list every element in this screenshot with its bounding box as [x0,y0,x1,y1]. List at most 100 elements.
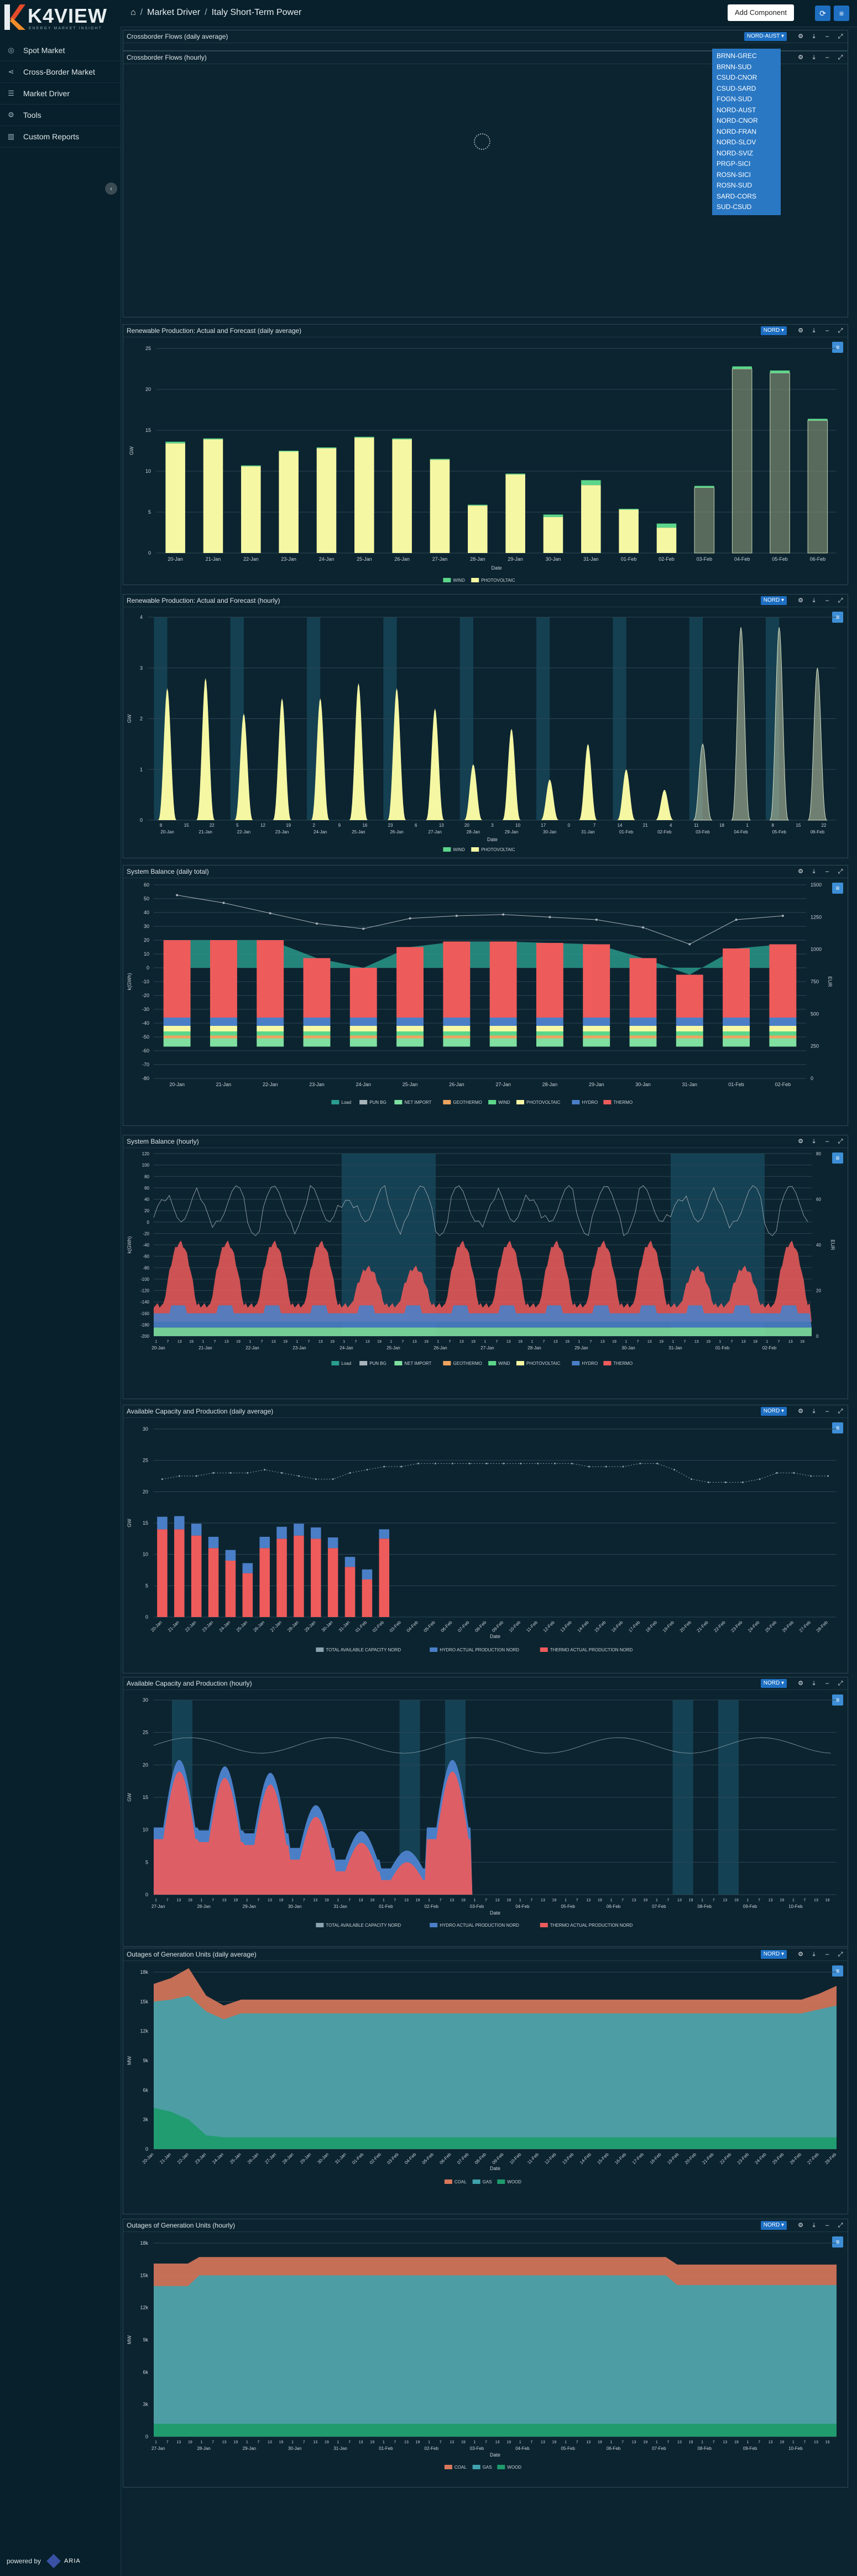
download-icon[interactable]: ⤓ [810,32,818,41]
expand-icon[interactable]: ⤢ [837,1137,844,1146]
download-icon[interactable]: ⤓ [810,867,818,876]
minimize-icon[interactable]: ‒ [823,53,831,62]
hour-tick-label: 19 [330,1340,335,1344]
dropdown-option[interactable]: ROSN-SICI [712,170,781,181]
add-component-button[interactable]: Add Component [728,4,794,21]
expand-icon[interactable]: ⤢ [837,53,844,62]
k4view-logo[interactable]: K4VIEW ENERGY MARKET INSIGHT [3,3,117,31]
minimize-icon[interactable]: ‒ [823,32,831,41]
minimize-icon[interactable]: ‒ [823,1407,831,1416]
sidebar-item-market-driver[interactable]: ☰ Market Driver [0,83,121,105]
gear-icon[interactable]: ⚙ [797,596,804,605]
y-right-tick-label: 1000 [811,947,822,952]
gear-icon[interactable]: ⚙ [797,1679,804,1688]
dropdown-option[interactable]: NORD-CNOR [712,116,781,127]
gear-icon[interactable]: ⚙ [797,32,804,41]
minimize-icon[interactable]: ‒ [823,1679,831,1688]
bar-segment [583,1038,610,1047]
y-tick-label: 12k [140,2029,148,2034]
minimize-icon[interactable]: ‒ [823,326,831,335]
x-tick-label: 28-Jan [197,1904,210,1909]
gear-icon[interactable]: ⚙ [797,1407,804,1416]
sidebar-item-cross-border-market[interactable]: ⋖ Cross-Border Market [0,61,121,83]
dropdown-option[interactable]: NORD-FRAN [712,127,781,138]
zone-select[interactable]: NORD ▾ [760,596,787,605]
dropdown-option[interactable]: NORD-SLOV [712,137,781,148]
expand-icon[interactable]: ⤢ [837,2221,844,2230]
zone-select[interactable]: NORD ▾ [760,1950,787,1959]
y-tick-label: 20 [143,1489,148,1494]
download-icon[interactable]: ⤓ [810,326,818,335]
gear-icon[interactable]: ⚙ [797,867,804,876]
hour-tick-label: 13 [268,1899,272,1902]
bar-thermo [208,1548,219,1617]
home-icon[interactable]: ⌂ [130,8,136,18]
minimize-icon[interactable]: ‒ [823,1950,831,1959]
bar-segment [396,1018,424,1026]
gear-icon[interactable]: ⚙ [797,2221,804,2230]
expand-icon[interactable]: ⤢ [837,1950,844,1959]
capacity-daily-chart: 0 5 10 15 20 25 30 20-Jan 21-Jan 22-Jan 23-Jan 24-J… [127,1426,837,1652]
dropdown-option[interactable]: SARD-CORS [712,191,781,202]
dropdown-option[interactable]: NORD-SVIZ [712,148,781,159]
sidebar-item-tools[interactable]: ⚙ Tools [0,105,121,126]
dropdown-option[interactable]: CSUD-SARD [712,84,781,95]
download-icon[interactable]: ⤓ [810,596,818,605]
expand-icon[interactable]: ⤢ [837,867,844,876]
zone-select[interactable]: NORD ▾ [760,326,787,335]
zone-select[interactable]: NORD ▾ [760,1679,787,1688]
gear-icon[interactable]: ⚙ [797,1137,804,1146]
expand-icon[interactable]: ⤢ [837,1407,844,1416]
dropdown-option[interactable]: CSUD-CNOR [712,72,781,84]
dropdown-option[interactable]: NORD-AUST [712,105,781,116]
sidebar-item-custom-reports[interactable]: ▥ Custom Reports [0,126,121,148]
legend-swatch [603,1100,612,1104]
zone-select[interactable]: NORD ▾ [760,1407,787,1416]
zone-select[interactable]: NORD-AUST ▾ [744,32,787,41]
bar-thermo [157,1529,168,1617]
zone-select[interactable]: NORD ▾ [760,2221,787,2230]
x-tick-label: 23-Feb [730,1620,744,1634]
menu-button[interactable]: ≡ [834,6,849,21]
gear-icon[interactable]: ⚙ [797,53,804,62]
minimize-icon[interactable]: ‒ [823,867,831,876]
sidebar-collapse-button[interactable]: ‹ [105,182,117,195]
legend-item: HYDRO [572,1100,598,1105]
breadcrumb-parent[interactable]: Market Driver [147,8,200,18]
sidebar-item-spot-market[interactable]: ◎ Spot Market [0,40,121,61]
hour-tick-label: 19 [825,2441,830,2444]
download-icon[interactable]: ⤓ [810,1950,818,1959]
minimize-icon[interactable]: ‒ [823,596,831,605]
download-icon[interactable]: ⤓ [810,1407,818,1416]
download-icon[interactable]: ⤓ [810,2221,818,2230]
hour-tick-label: 13 [412,1340,417,1344]
dropdown-option[interactable]: PRGP-SICI [712,159,781,170]
zone-dropdown-menu[interactable]: BRNN-GREC BRNN-SUD CSUD-CNOR CSUD-SARD FOGN-… [712,49,781,215]
minimize-icon[interactable]: ‒ [823,2221,831,2230]
dropdown-option[interactable]: BRNN-SUD [712,62,781,73]
expand-icon[interactable]: ⤢ [837,1679,844,1688]
y-axis-label: GW [127,1519,132,1527]
dropdown-option[interactable]: SUD-CSUD [712,202,781,213]
x-tick-label: 29-Jan [505,830,518,835]
bar-hydro [276,1526,287,1539]
dropdown-option[interactable]: FOGN-SUD [712,94,781,105]
download-icon[interactable]: ⤓ [810,53,818,62]
gear-icon[interactable]: ⚙ [797,326,804,335]
gear-icon[interactable]: ⚙ [797,1950,804,1959]
dropdown-option[interactable]: ROSN-SUD [712,180,781,191]
point-capacity [588,1466,590,1468]
x-tick-label: 20-Feb [679,1620,693,1634]
download-icon[interactable]: ⤓ [810,1137,818,1146]
expand-icon[interactable]: ⤢ [837,596,844,605]
refresh-button[interactable]: ⟳ [815,6,830,21]
minimize-icon[interactable]: ‒ [823,1137,831,1146]
expand-icon[interactable]: ⤢ [837,326,844,335]
hour-tick-label: 13 [814,1899,818,1902]
download-icon[interactable]: ⤓ [810,1679,818,1688]
expand-icon[interactable]: ⤢ [837,32,844,41]
hour-tick-label: 1 [343,1340,345,1344]
hour-tick-label: 1 [390,1340,392,1344]
legend-item: PHOTOVOLTAIC [516,1361,561,1366]
dropdown-option[interactable]: BRNN-GREC [712,51,781,62]
